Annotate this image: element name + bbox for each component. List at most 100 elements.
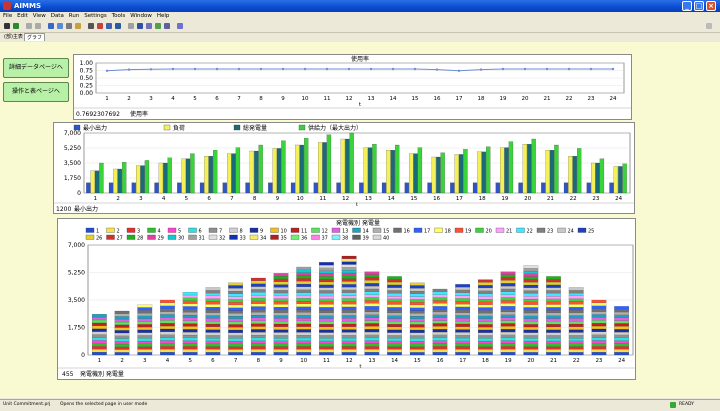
stack-segment bbox=[523, 284, 539, 288]
stack-segment bbox=[296, 332, 312, 336]
stack-segment bbox=[114, 343, 130, 347]
cut-icon[interactable] bbox=[4, 23, 10, 29]
stack-segment bbox=[568, 343, 584, 347]
stack-segment bbox=[500, 311, 516, 315]
y-tick-label: 5,250 bbox=[68, 270, 85, 277]
stack-segment bbox=[250, 297, 266, 301]
stack-segment bbox=[296, 289, 312, 293]
x-tick-label: 18 bbox=[479, 196, 486, 202]
stack-segment bbox=[160, 325, 175, 330]
print-icon[interactable] bbox=[75, 23, 81, 29]
menu-file[interactable]: File bbox=[3, 13, 12, 19]
stack-segment bbox=[114, 319, 130, 323]
stack-segment bbox=[409, 318, 425, 322]
library-icon[interactable] bbox=[137, 23, 143, 29]
bar bbox=[136, 165, 141, 194]
stack-segment bbox=[591, 331, 607, 335]
menu-view[interactable]: View bbox=[33, 13, 46, 19]
stack-segment bbox=[409, 296, 425, 300]
stack-segment bbox=[432, 323, 448, 327]
stack-segment bbox=[614, 323, 629, 327]
legend-swatch bbox=[147, 227, 156, 233]
toolbar-close-icon[interactable] bbox=[706, 23, 712, 29]
x-tick-label: 16 bbox=[433, 196, 440, 202]
menu-settings[interactable]: Settings bbox=[84, 13, 107, 19]
x-tick-label: 24 bbox=[610, 96, 617, 102]
stack-segment bbox=[364, 343, 380, 347]
menu-data[interactable]: Data bbox=[51, 13, 64, 19]
chart-icon[interactable] bbox=[97, 23, 103, 29]
menu-help[interactable]: Help bbox=[157, 13, 170, 19]
stack-segment bbox=[523, 346, 539, 350]
bar bbox=[304, 138, 309, 194]
redo-icon[interactable] bbox=[35, 23, 41, 29]
stack-segment bbox=[546, 338, 561, 342]
maximize-icon[interactable]: □ bbox=[694, 1, 704, 11]
y-tick-label: 1.00 bbox=[80, 60, 94, 67]
identifier-icon[interactable] bbox=[115, 23, 121, 29]
stack-segment bbox=[250, 312, 266, 316]
tab-graph[interactable]: グラフ bbox=[24, 33, 46, 41]
stack-segment bbox=[319, 346, 334, 350]
check-icon[interactable] bbox=[13, 23, 19, 29]
legend-swatch bbox=[270, 234, 279, 240]
minimize-icon[interactable]: _ bbox=[682, 1, 692, 11]
stack-segment bbox=[523, 335, 539, 339]
stack-segment bbox=[432, 309, 448, 313]
bar bbox=[359, 182, 364, 194]
data-point bbox=[325, 67, 329, 71]
menu-edit[interactable]: Edit bbox=[17, 13, 28, 19]
bar bbox=[313, 182, 318, 194]
stack-segment bbox=[455, 326, 471, 330]
y-tick-label: 0.75 bbox=[80, 68, 94, 75]
stack-segment bbox=[250, 292, 266, 296]
stack-segment bbox=[341, 289, 357, 293]
calculator-icon[interactable] bbox=[128, 23, 134, 29]
stack-segment bbox=[319, 267, 334, 271]
save-icon[interactable] bbox=[66, 23, 72, 29]
menu-tools[interactable]: Tools bbox=[112, 13, 126, 19]
menu-builder-icon[interactable] bbox=[155, 23, 161, 29]
stack-segment bbox=[228, 346, 243, 350]
menu-run[interactable]: Run bbox=[69, 13, 80, 19]
x-tick-label: 23 bbox=[595, 358, 602, 364]
help-icon[interactable] bbox=[177, 23, 183, 29]
stack-segment bbox=[523, 326, 539, 330]
delete-icon[interactable] bbox=[88, 23, 94, 29]
stack-segment bbox=[500, 280, 516, 284]
undo-icon[interactable] bbox=[26, 23, 32, 29]
stack-segment bbox=[387, 290, 402, 294]
stack-segment bbox=[160, 343, 175, 347]
x-tick-label: 15 bbox=[414, 358, 421, 364]
table-icon[interactable] bbox=[106, 23, 112, 29]
stack-segment bbox=[319, 318, 334, 322]
stack-segment bbox=[273, 295, 289, 299]
generator-stacked-chart: 発電機別 発電量 1 2 3 4 5 6 7 8 9 10 11 12 13 14 15 16 17 18 19 20 2… bbox=[57, 218, 636, 380]
stack-segment bbox=[137, 335, 153, 339]
stack-segment bbox=[205, 309, 221, 313]
page-manager-icon[interactable] bbox=[146, 23, 152, 29]
template-icon[interactable] bbox=[164, 23, 170, 29]
stack-segment bbox=[409, 338, 425, 342]
menu-window[interactable]: Window bbox=[130, 13, 152, 19]
bar bbox=[508, 141, 514, 194]
stack-segment bbox=[228, 310, 243, 314]
x-tick-label: 19 bbox=[501, 196, 508, 202]
stack-segment bbox=[182, 303, 198, 307]
bar bbox=[326, 134, 332, 194]
stack-segment bbox=[160, 314, 175, 318]
stack-segment bbox=[228, 304, 243, 308]
stack-segment bbox=[455, 304, 471, 307]
stack-segment bbox=[273, 278, 289, 282]
stack-segment bbox=[364, 294, 380, 298]
operation-table-page-button[interactable]: 操作と表ページへ bbox=[3, 82, 69, 102]
new-page-icon[interactable] bbox=[48, 23, 54, 29]
stack-segment bbox=[546, 324, 561, 328]
close-icon[interactable]: × bbox=[706, 1, 716, 11]
tab-main-table[interactable]: (部)主表 bbox=[2, 33, 25, 40]
stack-segment bbox=[478, 321, 493, 325]
detail-data-page-button[interactable]: 詳細データページへ bbox=[3, 58, 69, 78]
stack-segment bbox=[228, 321, 243, 325]
stack-segment bbox=[591, 328, 607, 332]
open-icon[interactable] bbox=[57, 23, 63, 29]
